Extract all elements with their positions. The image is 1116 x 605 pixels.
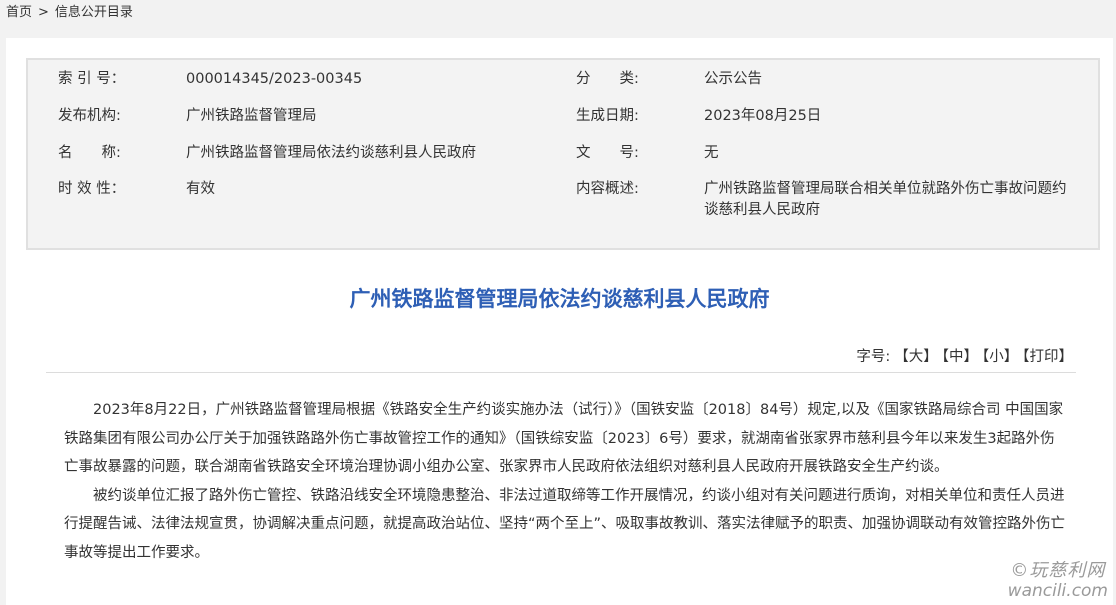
date-label: 生成日期: — [576, 108, 639, 124]
name-label: 名 称: — [58, 145, 121, 161]
watermark: ©玩慈利网 wancili.com — [1007, 560, 1108, 602]
print-button[interactable]: 【打印】 — [1022, 349, 1073, 365]
name-value: 广州铁路监督管理局依法约谈慈利县人民政府 — [186, 145, 476, 161]
publisher-value: 广州铁路监督管理局 — [186, 108, 317, 124]
font-small-button[interactable]: 【小】 — [982, 349, 1018, 365]
docno-value: 无 — [704, 145, 719, 161]
publisher-label: 发布机构: — [58, 108, 121, 124]
watermark-en: wancili.com — [1007, 581, 1108, 601]
font-size-label: 字号: — [856, 349, 891, 365]
breadcrumb-home-link[interactable]: 首页 — [6, 5, 32, 20]
font-medium-button[interactable]: 【中】 — [942, 349, 978, 365]
content-panel: 索 引 号： 000014345/2023-00345 分 类: 公示公告 发布… — [6, 38, 1113, 605]
font-size-toolbar: 字号: 【大】 【中】 【小】 【打印】 — [856, 345, 1073, 369]
metadata-table: 索 引 号： 000014345/2023-00345 分 类: 公示公告 发布… — [26, 58, 1100, 250]
index-value: 000014345/2023-00345 — [186, 71, 363, 87]
watermark-cn: ©玩慈利网 — [1010, 560, 1106, 581]
divider — [46, 372, 1076, 373]
article-paragraph: 被约谈单位汇报了路外伤亡管控、铁路沿线安全环境隐患整治、非法过道取缔等工作开展情… — [64, 487, 1066, 561]
breadcrumb: 首页 > 信息公开目录 — [6, 3, 133, 23]
docno-label: 文 号: — [576, 145, 639, 161]
validity-label: 时 效 性： — [58, 181, 126, 197]
article-body: 2023年8月22日，广州铁路监督管理局根据《铁路安全生产约谈实施办法（试行）》… — [64, 396, 1066, 567]
index-label: 索 引 号： — [58, 71, 126, 87]
font-large-button[interactable]: 【大】 — [894, 349, 938, 365]
article-paragraph: 2023年8月22日，广州铁路监督管理局根据《铁路安全生产约谈实施办法（试行）》… — [64, 402, 1064, 475]
summary-value: 广州铁路监督管理局联合相关单位就路外伤亡事故问题约谈慈利县人民政府 — [704, 181, 1067, 218]
validity-value: 有效 — [186, 181, 215, 197]
article-title: 广州铁路监督管理局依法约谈慈利县人民政府 — [349, 287, 770, 311]
breadcrumb-current-link[interactable]: 信息公开目录 — [55, 5, 133, 20]
category-value: 公示公告 — [704, 71, 762, 87]
date-value: 2023年08月25日 — [704, 108, 822, 124]
category-label: 分 类: — [576, 71, 639, 87]
summary-label: 内容概述: — [576, 181, 639, 197]
breadcrumb-separator: > — [38, 5, 49, 20]
